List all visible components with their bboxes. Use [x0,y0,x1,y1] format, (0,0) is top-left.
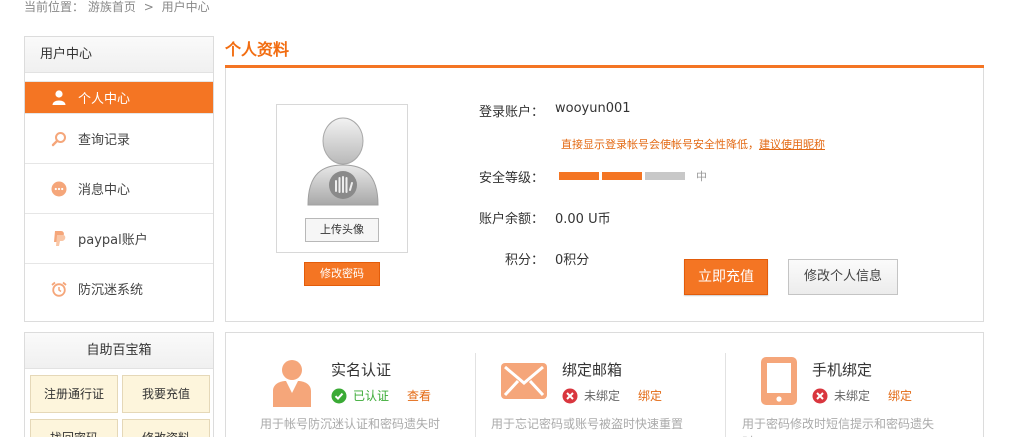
sidebar: 用户中心 个人中心 查询记录 消息中心 paypal账户 防沉迷系统 [24,36,214,322]
security-bar-segment-2 [602,172,642,180]
account-warning-text: 直接显示登录帐号会使帐号安全性降低， [561,138,759,151]
x-circle-icon [562,388,578,403]
account-label: 登录账户： [478,105,544,120]
sidebar-item-paypal[interactable]: paypal账户 [25,213,213,263]
breadcrumb-separator: > [143,0,154,14]
paypal-icon [50,230,68,248]
account-warning: 直接显示登录帐号会使帐号安全性降低，建议使用昵称 [561,136,825,152]
edit-profile-button[interactable]: 修改个人信息 [788,259,898,295]
recover-password-button[interactable]: 找回密码 [30,419,118,437]
sidebar-item-label: 消息中心 [78,183,131,198]
use-nickname-link[interactable]: 建议使用昵称 [759,138,825,151]
balance-label: 账户余额： [478,212,544,227]
sidebar-item-anti-addiction[interactable]: 防沉迷系统 [25,263,213,313]
mobile-phone-icon [761,357,797,405]
edit-info-button[interactable]: 修改资料 [122,419,210,437]
account-security-bindings: 实名认证 已认证 查看 用于帐号防沉迷认证和密码遗失时 绑定邮箱 未绑定 绑定 … [225,332,984,437]
security-level-text: 中 [696,170,707,183]
bind-status: 未绑定 绑定 [562,387,662,404]
bind-description: 用于帐号防沉迷认证和密码遗失时 [260,417,441,431]
envelope-icon [501,363,547,399]
sidebar-item-label: 查询记录 [78,133,131,148]
person-icon [273,360,311,407]
points-label: 积分： [504,253,544,268]
points-value: 0积分 [555,253,590,268]
check-circle-icon [331,388,347,403]
bind-status-text: 未绑定 [584,389,621,403]
sidebar-item-label: paypal账户 [78,233,148,248]
toolbox-panel: 自助百宝箱 注册通行证 我要充值 找回密码 修改资料 [24,332,214,437]
bind-status: 未绑定 绑定 [812,387,912,404]
security-label: 安全等级： [478,171,544,186]
bind-email-link[interactable]: 绑定 [638,387,662,404]
bind-card-mobile: 手机绑定 未绑定 绑定 用于密码修改时短信提示和密码遗失时 [726,333,976,437]
bind-status-text: 未绑定 [834,389,871,403]
bind-status: 已认证 查看 [331,387,431,404]
breadcrumb-prefix: 当前位置： [24,0,85,14]
search-icon [50,130,68,148]
upload-avatar-button[interactable]: 上传头像 [305,218,379,242]
security-bar-segment-1 [559,172,599,180]
register-passport-button[interactable]: 注册通行证 [30,375,118,413]
sidebar-item-message-center[interactable]: 消息中心 [25,163,213,213]
sidebar-item-label: 防沉迷系统 [78,283,144,298]
sidebar-item-personal-center[interactable]: 个人中心 [25,81,213,113]
bind-mobile-link[interactable]: 绑定 [888,387,912,404]
page-title: 个人资料 [225,40,290,59]
balance-value: 0.00 U币 [555,212,611,227]
recharge-button[interactable]: 我要充值 [122,375,210,413]
profile-panel: 上传头像 修改密码 登录账户： wooyun001 直接显示登录帐号会使帐号安全… [225,68,984,322]
breadcrumb-home-link[interactable]: 游族首页 [88,0,136,14]
bind-description: 用于忘记密码或账号被盗时快速重置 [491,417,684,431]
sidebar-title: 用户中心 [25,37,213,73]
recharge-now-button[interactable]: 立即充值 [684,259,768,295]
default-avatar-icon [307,117,379,206]
bind-card-realname: 实名认证 已认证 查看 用于帐号防沉迷认证和密码遗失时 [226,333,476,437]
message-icon [50,180,68,198]
sidebar-item-query-records[interactable]: 查询记录 [25,113,213,163]
toolbox-title: 自助百宝箱 [25,333,213,369]
alarm-clock-icon [50,280,68,298]
security-bar-segment-3 [645,172,685,180]
bind-title: 绑定邮箱 [562,361,623,379]
bind-status-text: 已认证 [353,389,390,403]
breadcrumb-current: 用户中心 [161,0,210,14]
bind-description: 用于密码修改时短信提示和密码遗失时 [742,417,935,437]
account-value: wooyun001 [555,101,631,116]
x-circle-icon [812,388,828,403]
bind-title: 手机绑定 [812,361,873,379]
view-realname-link[interactable]: 查看 [407,387,431,404]
avatar: 上传头像 [276,104,408,253]
user-icon [50,89,68,107]
change-password-button[interactable]: 修改密码 [304,262,380,286]
bind-title: 实名认证 [331,361,392,379]
sidebar-item-label: 个人中心 [78,92,131,107]
breadcrumb: 当前位置： 游族首页 > 用户中心 [24,0,210,16]
bind-card-email: 绑定邮箱 未绑定 绑定 用于忘记密码或账号被盗时快速重置 [476,333,726,437]
